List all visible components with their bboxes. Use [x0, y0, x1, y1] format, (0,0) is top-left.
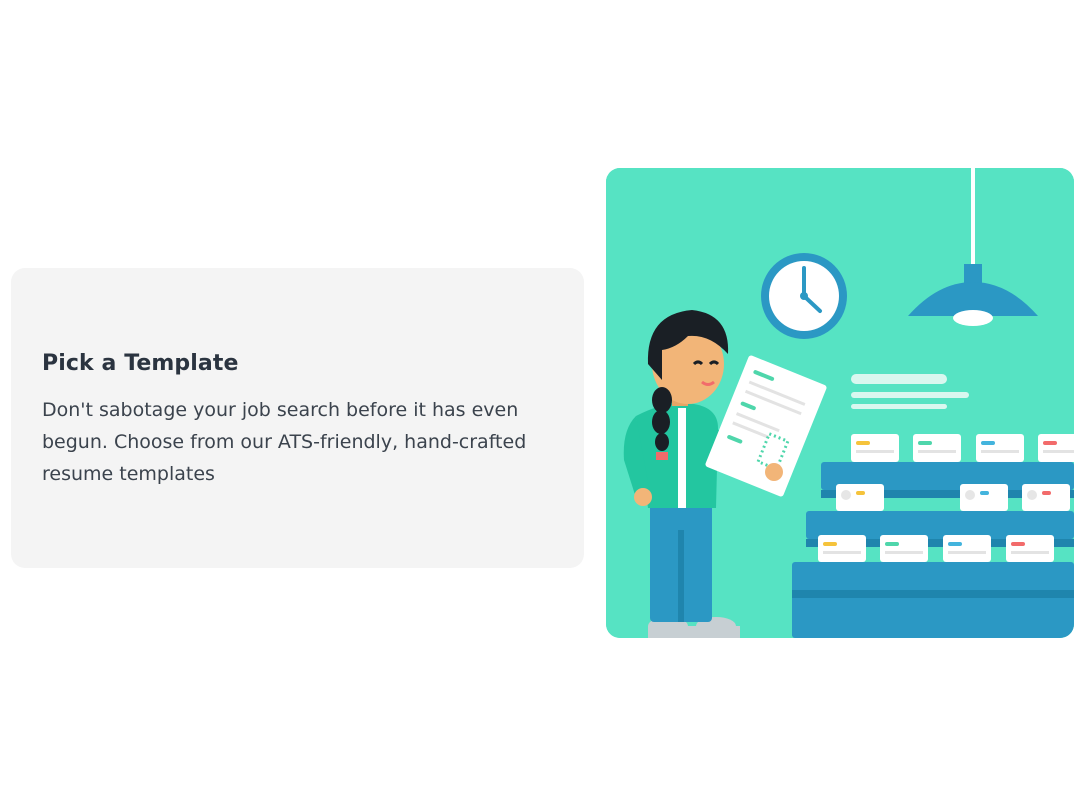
feature-title: Pick a Template [42, 351, 239, 376]
template-card [1022, 484, 1070, 511]
template-card [1038, 434, 1074, 462]
template-card [1006, 535, 1054, 562]
template-card [851, 434, 899, 462]
clock-icon [761, 253, 847, 339]
feature-card: Pick a Template Don't sabotage your job … [11, 268, 584, 568]
template-illustration [606, 168, 1074, 638]
page: Pick a Template Don't sabotage your job … [0, 0, 1080, 810]
template-card [943, 535, 991, 562]
template-card [976, 434, 1024, 462]
feature-description: Don't sabotage your job search before it… [42, 399, 527, 485]
template-card [836, 484, 884, 511]
template-card [818, 535, 866, 562]
template-card [960, 484, 1008, 511]
template-card [880, 535, 928, 562]
template-card [913, 434, 961, 462]
